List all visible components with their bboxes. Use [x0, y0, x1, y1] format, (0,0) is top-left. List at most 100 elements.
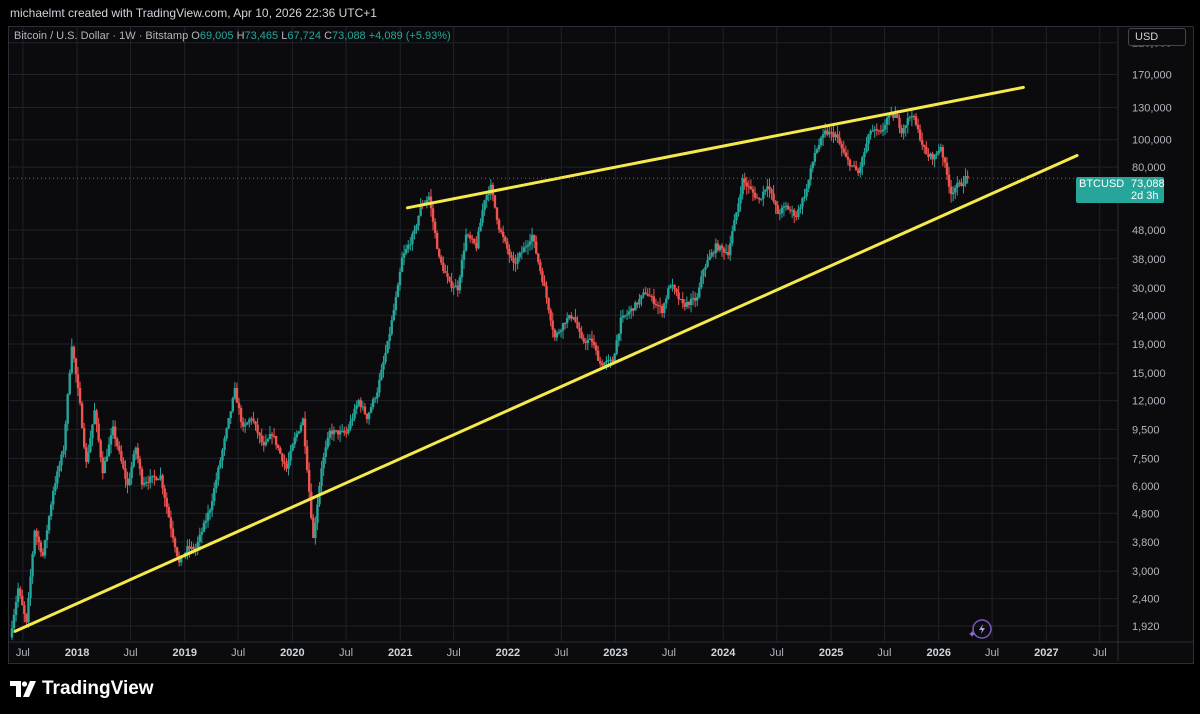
candle-body — [85, 447, 88, 462]
candle-body — [149, 476, 152, 483]
candle-body — [881, 129, 885, 132]
currency-selector[interactable]: USD — [1128, 28, 1186, 46]
candle-body — [648, 295, 651, 297]
candle-body — [638, 299, 641, 305]
candle-body — [945, 162, 949, 175]
candle-body — [906, 118, 909, 126]
candle-body — [295, 433, 298, 438]
candle-body — [506, 241, 509, 249]
candle-body — [937, 150, 940, 154]
candle-body — [599, 360, 602, 364]
y-tick-label: 130,000 — [1132, 102, 1172, 114]
candle-body — [582, 338, 585, 342]
candle-body — [291, 444, 294, 451]
candle-body — [828, 132, 831, 135]
candle-body — [712, 252, 715, 254]
candle-body — [446, 273, 449, 277]
y-tick-label: 6,000 — [1132, 481, 1160, 493]
trendline-upper — [405, 85, 1025, 210]
candle-body — [256, 424, 259, 433]
tradingview-brand[interactable]: TradingView — [10, 678, 154, 700]
time-axis[interactable]: Jul 2018 Jul 2019 Jul 2020 Jul 2021 Jul 2022 Jul 20… — [16, 647, 1107, 659]
candle-body — [875, 129, 878, 131]
candle-body — [118, 446, 121, 452]
candle-body — [520, 252, 523, 254]
candle-body — [547, 298, 550, 311]
candle-body — [526, 244, 530, 247]
candle-body — [233, 387, 237, 399]
candle-body — [691, 297, 695, 299]
candle-body — [601, 363, 604, 366]
candle-body — [714, 243, 717, 254]
x-tick-label: 2023 — [603, 647, 627, 659]
x-tick-label: 2021 — [388, 647, 412, 659]
candle-body — [10, 628, 14, 638]
candle-body — [516, 257, 519, 264]
candle-body — [704, 266, 707, 270]
candle-body — [931, 153, 934, 160]
candle-body — [254, 421, 257, 425]
candle-body — [677, 292, 680, 300]
candle-body — [388, 333, 391, 341]
y-tick-label: 38,000 — [1132, 254, 1166, 266]
candle-body — [374, 398, 377, 400]
candle-body — [314, 522, 317, 538]
candle-body — [609, 359, 612, 361]
candle-body — [918, 129, 922, 141]
candle-body — [797, 209, 800, 217]
candle-body — [126, 478, 129, 486]
candle-body — [466, 234, 470, 236]
trendline-lower — [13, 153, 1079, 633]
candle-body — [632, 308, 635, 311]
x-tick-label: Jul — [770, 647, 784, 659]
candle-body — [343, 430, 346, 433]
candle-body — [56, 471, 59, 484]
candle-body — [555, 333, 559, 338]
bar-countdown: 2d 3h — [1131, 190, 1159, 202]
candle-body — [347, 428, 350, 434]
candle-body — [413, 229, 416, 235]
candle-body — [586, 339, 590, 344]
candle-body — [297, 431, 301, 434]
x-tick-label: Jul — [447, 647, 461, 659]
candle-body — [729, 243, 732, 256]
candle-body — [310, 491, 313, 518]
y-tick-label: 19,000 — [1132, 339, 1166, 351]
candle-body — [231, 398, 235, 412]
x-tick-label: 2026 — [926, 647, 950, 659]
candle-body — [501, 231, 505, 237]
candle-body — [45, 530, 49, 541]
candle-body — [539, 262, 542, 272]
chart-legend[interactable]: Bitcoin / U.S. Dollar · 1W · Bitstamp O6… — [14, 30, 451, 42]
trendline-layer[interactable] — [13, 85, 1079, 633]
candle-body — [103, 460, 107, 474]
candle-body — [68, 372, 71, 395]
candle-body — [852, 165, 856, 167]
candle-body — [574, 317, 577, 322]
candle-body — [617, 333, 620, 341]
assistant-button[interactable] — [969, 619, 992, 639]
candle-body — [956, 183, 959, 188]
price-chart[interactable]: 1,920 2,400 3,000 3,800 4,800 6,000 7,500 9,500… — [0, 0, 1200, 714]
candle-body — [431, 208, 435, 222]
candle-body — [204, 520, 208, 523]
instrument-title[interactable]: Bitcoin / U.S. Dollar · 1W · Bitstamp — [14, 30, 188, 42]
candle-body — [33, 530, 36, 555]
candle-body — [105, 456, 109, 461]
candle-body — [518, 252, 521, 258]
candle-body — [250, 418, 253, 420]
candle-body — [927, 154, 930, 157]
change-value: +4,089 (+5.93%) — [368, 30, 451, 42]
candle-body — [842, 148, 845, 153]
candle-body — [301, 418, 305, 426]
candle-body — [322, 457, 325, 469]
candle-body — [871, 130, 874, 132]
candle-body — [894, 114, 897, 118]
candle-body — [80, 403, 84, 429]
price-axis[interactable]: 1,920 2,400 3,000 3,800 4,800 6,000 7,500 9,500… — [1132, 38, 1172, 633]
candle-body — [923, 144, 926, 148]
candle-body — [417, 215, 420, 226]
candle-body — [605, 360, 608, 363]
candle-body — [274, 436, 278, 446]
candle-body — [561, 323, 565, 331]
